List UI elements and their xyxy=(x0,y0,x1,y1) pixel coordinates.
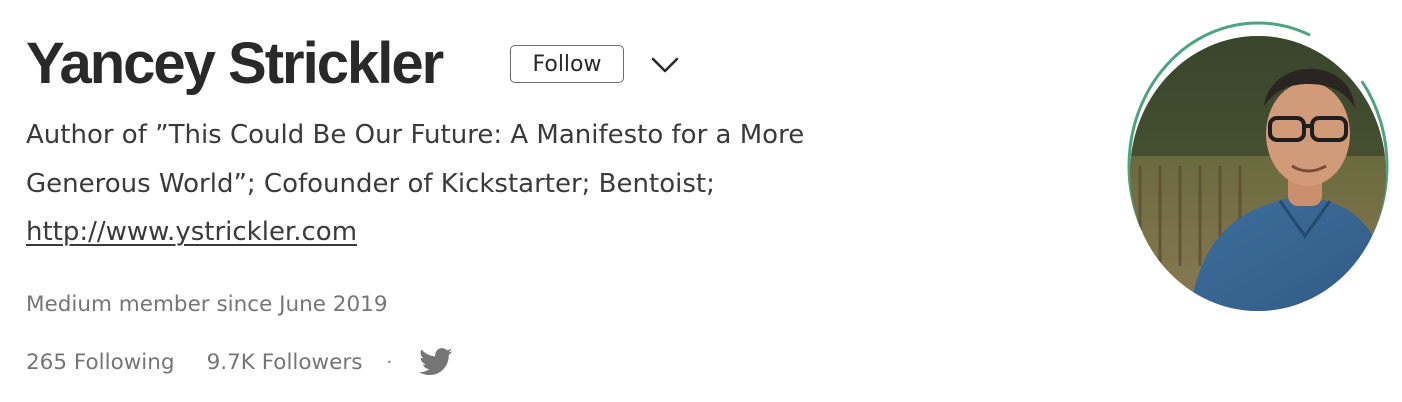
follow-button[interactable]: Follow xyxy=(510,45,624,83)
chevron-down-icon[interactable] xyxy=(650,52,680,78)
separator-dot: · xyxy=(386,351,393,373)
member-since: Medium member since June 2019 xyxy=(26,292,388,317)
profile-stats: 265 Following 9.7K Followers · xyxy=(26,346,454,378)
profile-name: Yancey Strickler xyxy=(26,31,444,96)
avatar-photo xyxy=(1130,36,1386,311)
followers-link[interactable]: 9.7K Followers xyxy=(207,350,363,375)
twitter-icon[interactable] xyxy=(418,347,454,377)
avatar[interactable] xyxy=(1127,20,1389,312)
bio-line-1: Author of ”This Could Be Our Future: A M… xyxy=(26,120,805,150)
website-link[interactable]: http://www.ystrickler.com xyxy=(26,217,357,247)
following-link[interactable]: 265 Following xyxy=(26,350,175,375)
profile-bio: Author of ”This Could Be Our Future: A M… xyxy=(26,111,986,257)
bio-line-2: Generous World”; Cofounder of Kickstarte… xyxy=(26,168,715,199)
